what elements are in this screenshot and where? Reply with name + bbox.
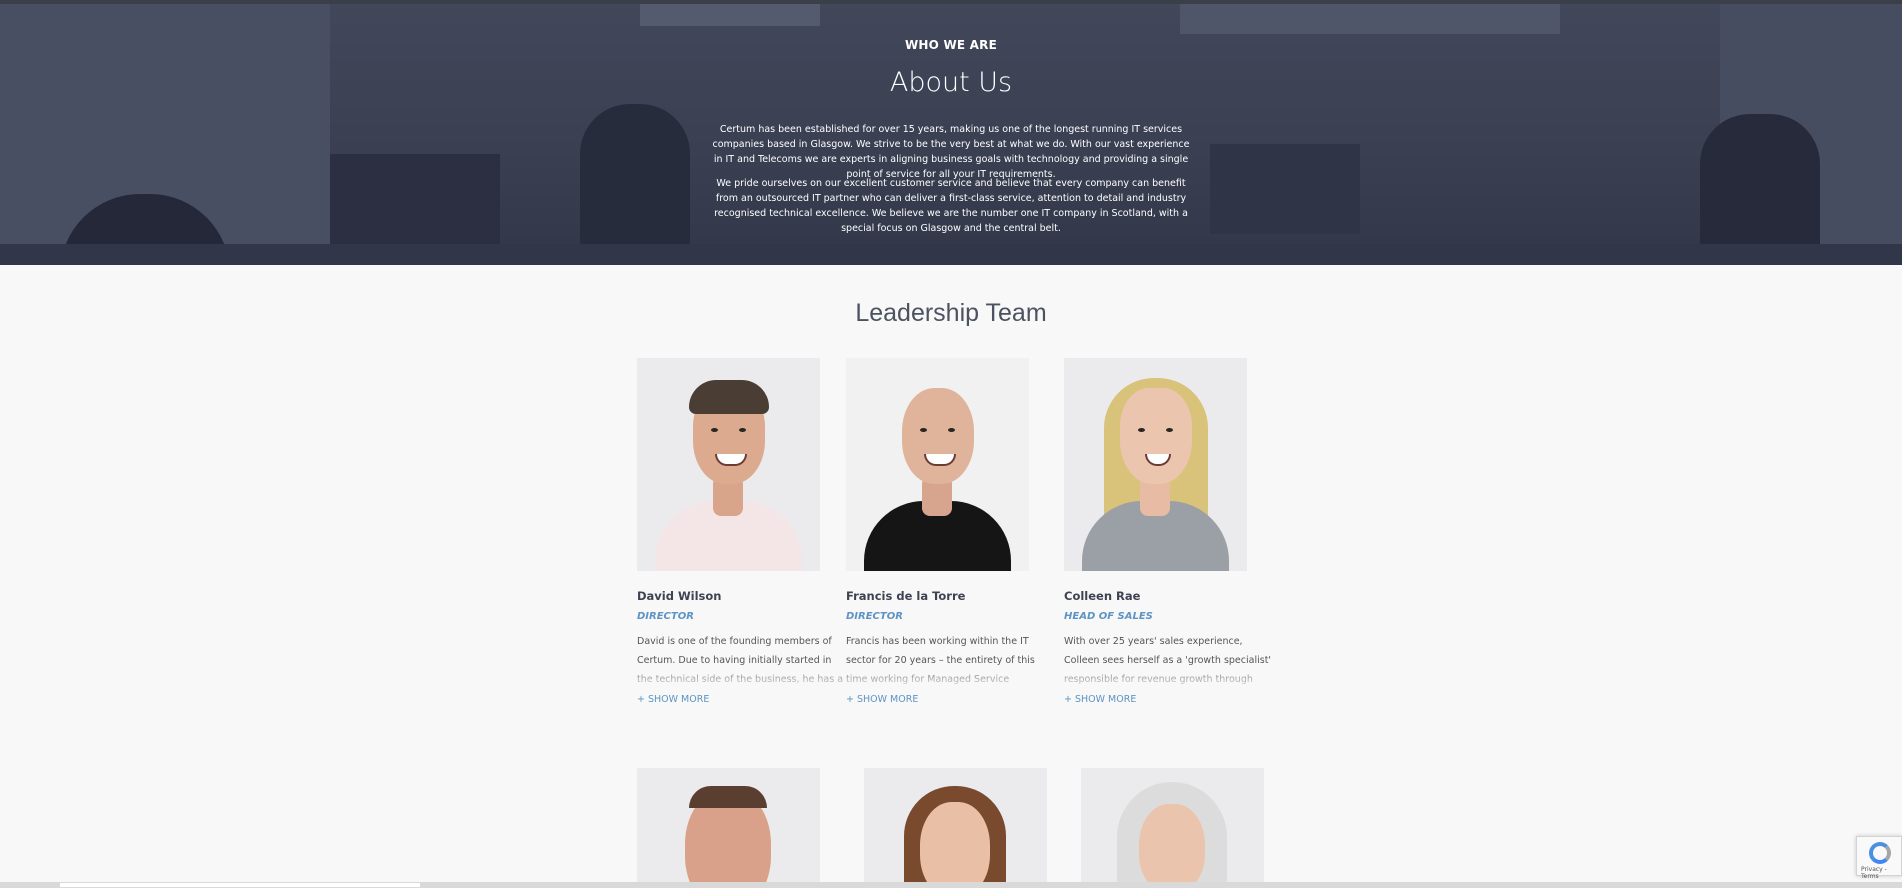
recaptcha-text: Privacy - Terms (1861, 866, 1887, 880)
recaptcha-icon (1869, 842, 1891, 864)
team-photo-row2-3 (1081, 768, 1264, 888)
team-card-francis-de-la-torre: Francis de la Torre DIRECTOR Francis has… (846, 358, 1056, 705)
colleen-rae-photo (1064, 358, 1247, 571)
show-more-button[interactable]: + SHOW MORE (1064, 694, 1274, 705)
member-role: HEAD OF SALES (1064, 611, 1153, 622)
member-role: DIRECTOR (637, 611, 694, 622)
francis-de-la-torre-photo (846, 358, 1029, 571)
scrollbar-thumb[interactable] (60, 883, 420, 887)
team-card-david-wilson: David Wilson DIRECTOR David is one of th… (637, 358, 847, 705)
team-photo-row2-2 (864, 768, 1047, 888)
show-more-button[interactable]: + SHOW MORE (846, 694, 1056, 705)
member-role: DIRECTOR (846, 611, 903, 622)
member-name: David Wilson (637, 589, 722, 603)
member-bio: Francis has been working within the IT s… (846, 636, 1035, 685)
hero-title: About Us (889, 67, 1013, 98)
hero-paragraph-1: Certum has been established for over 15 … (712, 124, 1190, 180)
recaptcha-badge[interactable]: Privacy - Terms (1856, 836, 1902, 880)
about-hero: WHO WE ARE About Us Certum has been esta… (0, 4, 1902, 265)
team-photo-row2-1 (637, 768, 820, 888)
member-bio: David is one of the founding members of … (637, 636, 844, 685)
member-name: Colleen Rae (1064, 589, 1141, 603)
david-wilson-photo (637, 358, 820, 571)
hero-kicker: WHO WE ARE (905, 38, 997, 52)
member-name: Francis de la Torre (846, 589, 966, 603)
hero-paragraph-2: We pride ourselves on our excellent cust… (714, 178, 1188, 234)
show-more-button[interactable]: + SHOW MORE (637, 694, 847, 705)
member-bio: With over 25 years' sales experience, Co… (1064, 636, 1272, 685)
leadership-title: Leadership Team (855, 299, 1047, 327)
team-card-colleen-rae: Colleen Rae HEAD OF SALES With over 25 y… (1064, 358, 1274, 705)
horizontal-scrollbar[interactable] (0, 882, 1902, 888)
